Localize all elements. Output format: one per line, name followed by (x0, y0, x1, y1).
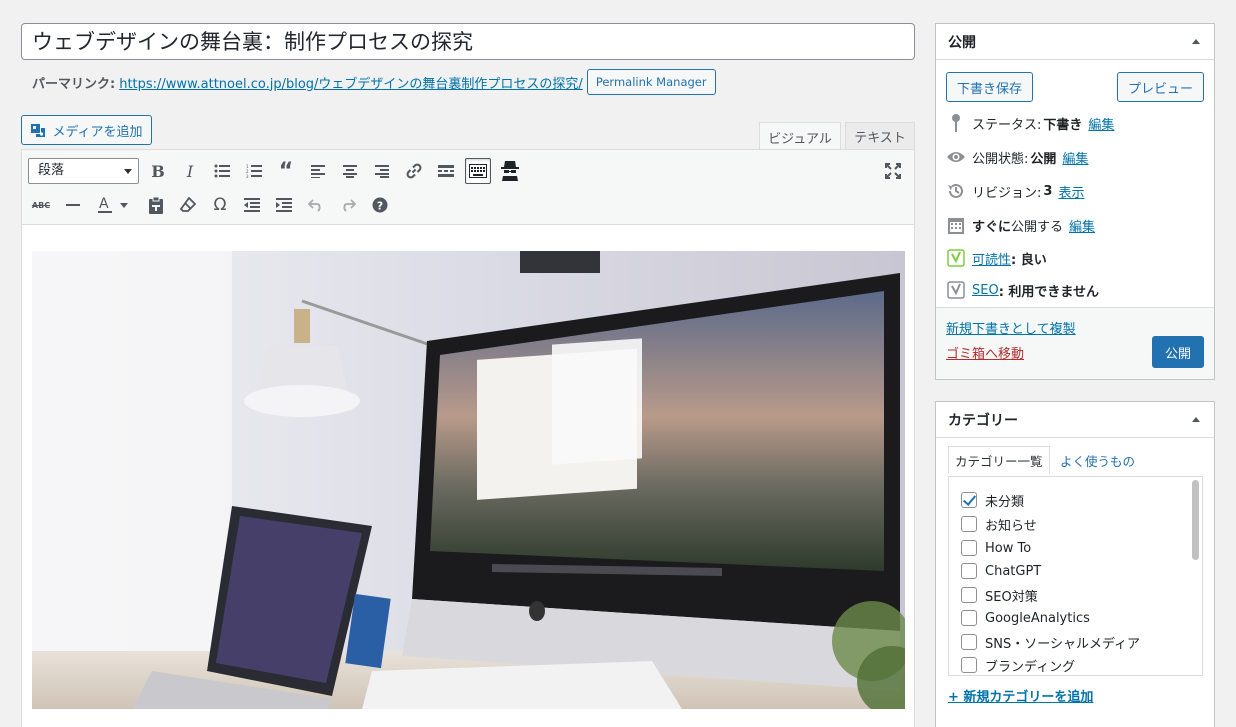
edit-schedule-link[interactable]: 編集 (1069, 216, 1095, 235)
paste-text-icon[interactable] (143, 192, 169, 218)
seo-row: SEO: 利用できません (946, 278, 1206, 302)
read-more-icon[interactable] (433, 158, 459, 184)
tab-visual[interactable]: ビジュアル (759, 122, 841, 151)
edit-status-link[interactable]: 編集 (1088, 114, 1114, 133)
indent-icon[interactable] (271, 192, 297, 218)
scrollbar-thumb[interactable] (1192, 480, 1199, 560)
add-media-button[interactable]: メディアを追加 (21, 115, 152, 145)
readability-row: 可読性: 良い (946, 246, 1206, 270)
category-item[interactable]: 未分類 (961, 490, 1024, 510)
calendar-icon (946, 216, 966, 234)
blockquote-icon[interactable]: “ (273, 158, 299, 184)
format-select-value: 段落 (38, 163, 65, 178)
clear-formatting-icon[interactable] (175, 192, 201, 218)
schedule-row: すぐに 公開する 編集 (946, 213, 1206, 237)
media-icon (30, 122, 46, 138)
category-item[interactable]: ChatGPT (961, 561, 1041, 581)
edit-visibility-link[interactable]: 編集 (1062, 148, 1088, 167)
category-checkbox[interactable] (961, 587, 977, 603)
category-checkbox[interactable] (961, 516, 977, 532)
tab-text[interactable]: テキスト (845, 122, 915, 150)
categories-heading: カテゴリー (948, 412, 1018, 429)
category-item[interactable]: How To (961, 538, 1031, 558)
collapse-icon[interactable] (1192, 417, 1200, 422)
preview-button[interactable]: プレビュー (1117, 72, 1204, 102)
revisions-row: リビジョン: 3 表示 (946, 179, 1206, 203)
spy-icon[interactable] (497, 158, 523, 184)
seo-link[interactable]: SEO (972, 283, 999, 298)
undo-icon[interactable] (303, 192, 329, 218)
svg-text:3: 3 (246, 174, 249, 178)
readability-link[interactable]: 可読性 (972, 249, 1011, 268)
category-item[interactable]: お知らせ (961, 514, 1037, 534)
add-media-label: メディアを追加 (52, 124, 143, 140)
post-title-input[interactable]: ウェブデザインの舞台裏：制作プロセスの探究 (21, 23, 915, 60)
text-color-icon[interactable]: A (92, 192, 118, 218)
publish-panel-header[interactable]: 公開 (936, 24, 1214, 60)
category-scrollbar[interactable] (1192, 480, 1199, 670)
align-left-icon[interactable] (305, 158, 331, 184)
save-draft-button[interactable]: 下書き保存 (946, 72, 1033, 102)
help-icon[interactable]: ? (367, 192, 393, 218)
publish-button[interactable]: 公開 (1152, 336, 1204, 368)
fullscreen-icon[interactable] (880, 158, 906, 184)
format-select[interactable]: 段落 (28, 158, 139, 184)
strikethrough-icon[interactable]: ABC (28, 192, 54, 218)
italic-icon[interactable]: I (177, 158, 203, 184)
category-checkbox[interactable] (961, 540, 977, 556)
horizontal-line-icon[interactable] (60, 192, 86, 218)
category-item[interactable]: GoogleAnalytics (961, 608, 1090, 628)
permalink-url[interactable]: https://www.attnoel.co.jp/blog/ウェブデザインの舞… (119, 73, 583, 92)
redo-icon[interactable] (335, 192, 361, 218)
align-right-icon[interactable] (369, 158, 395, 184)
permalink-manager-button[interactable]: Permalink Manager (586, 69, 716, 95)
yoast-readability-icon (946, 249, 966, 267)
move-to-trash-link[interactable]: ゴミ箱へ移動 (946, 343, 1024, 362)
category-checklist: 未分類 お知らせ How To ChatGPT SEO対策 GoogleAnal… (948, 476, 1203, 676)
category-checkbox[interactable] (961, 610, 977, 626)
tab-all-categories[interactable]: カテゴリー一覧 (948, 446, 1050, 474)
bold-icon[interactable]: B (145, 158, 171, 184)
add-new-category-link[interactable]: + 新規カテゴリーを追加 (948, 686, 1093, 705)
numbered-list-icon[interactable]: 123 (241, 158, 267, 184)
collapse-icon[interactable] (1192, 39, 1200, 44)
editor-toolbar: 段落 B I 123 “ ABC A Ω ? (22, 150, 914, 225)
status-row: ステータス: 下書き 編集 (946, 111, 1206, 135)
duplicate-draft-link[interactable]: 新規下書きとして複製 (946, 318, 1076, 337)
publish-actions: 新規下書きとして複製 ゴミ箱へ移動 公開 (936, 307, 1214, 379)
toolbar-toggle-icon[interactable] (465, 158, 491, 184)
category-item[interactable]: ブランディング (961, 655, 1075, 675)
permalink-row: パーマリンク: https://www.attnoel.co.jp/blog/ウ… (32, 69, 716, 95)
align-center-icon[interactable] (337, 158, 363, 184)
svg-text:?: ? (377, 200, 383, 213)
bulleted-list-icon[interactable] (209, 158, 235, 184)
publish-heading: 公開 (948, 34, 976, 51)
view-revisions-link[interactable]: 表示 (1058, 182, 1084, 201)
tab-most-used[interactable]: よく使うもの (1054, 446, 1141, 474)
chevron-down-icon (124, 169, 132, 174)
pin-icon (946, 114, 966, 132)
categories-panel-header[interactable]: カテゴリー (936, 402, 1214, 438)
link-icon[interactable] (401, 158, 427, 184)
category-checkbox[interactable] (961, 492, 977, 508)
category-checkbox[interactable] (961, 657, 977, 673)
svg-text:A: A (99, 196, 109, 212)
category-item[interactable]: SEO対策 (961, 585, 1038, 605)
text-color-chevron-icon[interactable] (117, 192, 131, 218)
editor-area: 段落 B I 123 “ ABC A Ω ? (21, 149, 915, 727)
categories-panel: カテゴリー カテゴリー一覧 よく使うもの 未分類 お知らせ How To Cha… (935, 401, 1215, 727)
special-character-icon[interactable]: Ω (207, 192, 233, 218)
permalink-label: パーマリンク: (32, 76, 116, 92)
eye-icon (946, 148, 966, 166)
category-checkbox[interactable] (961, 563, 977, 579)
history-icon (946, 182, 966, 200)
visibility-row: 公開状態: 公開 編集 (946, 145, 1206, 169)
publish-panel: 公開 下書き保存 プレビュー ステータス: 下書き 編集 公開状態: 公開 編集 リ… (935, 23, 1215, 380)
yoast-seo-icon (946, 281, 966, 299)
outdent-icon[interactable] (239, 192, 265, 218)
category-checkbox[interactable] (961, 634, 977, 650)
featured-image[interactable] (32, 251, 905, 709)
category-item[interactable]: SNS・ソーシャルメディア (961, 632, 1140, 652)
